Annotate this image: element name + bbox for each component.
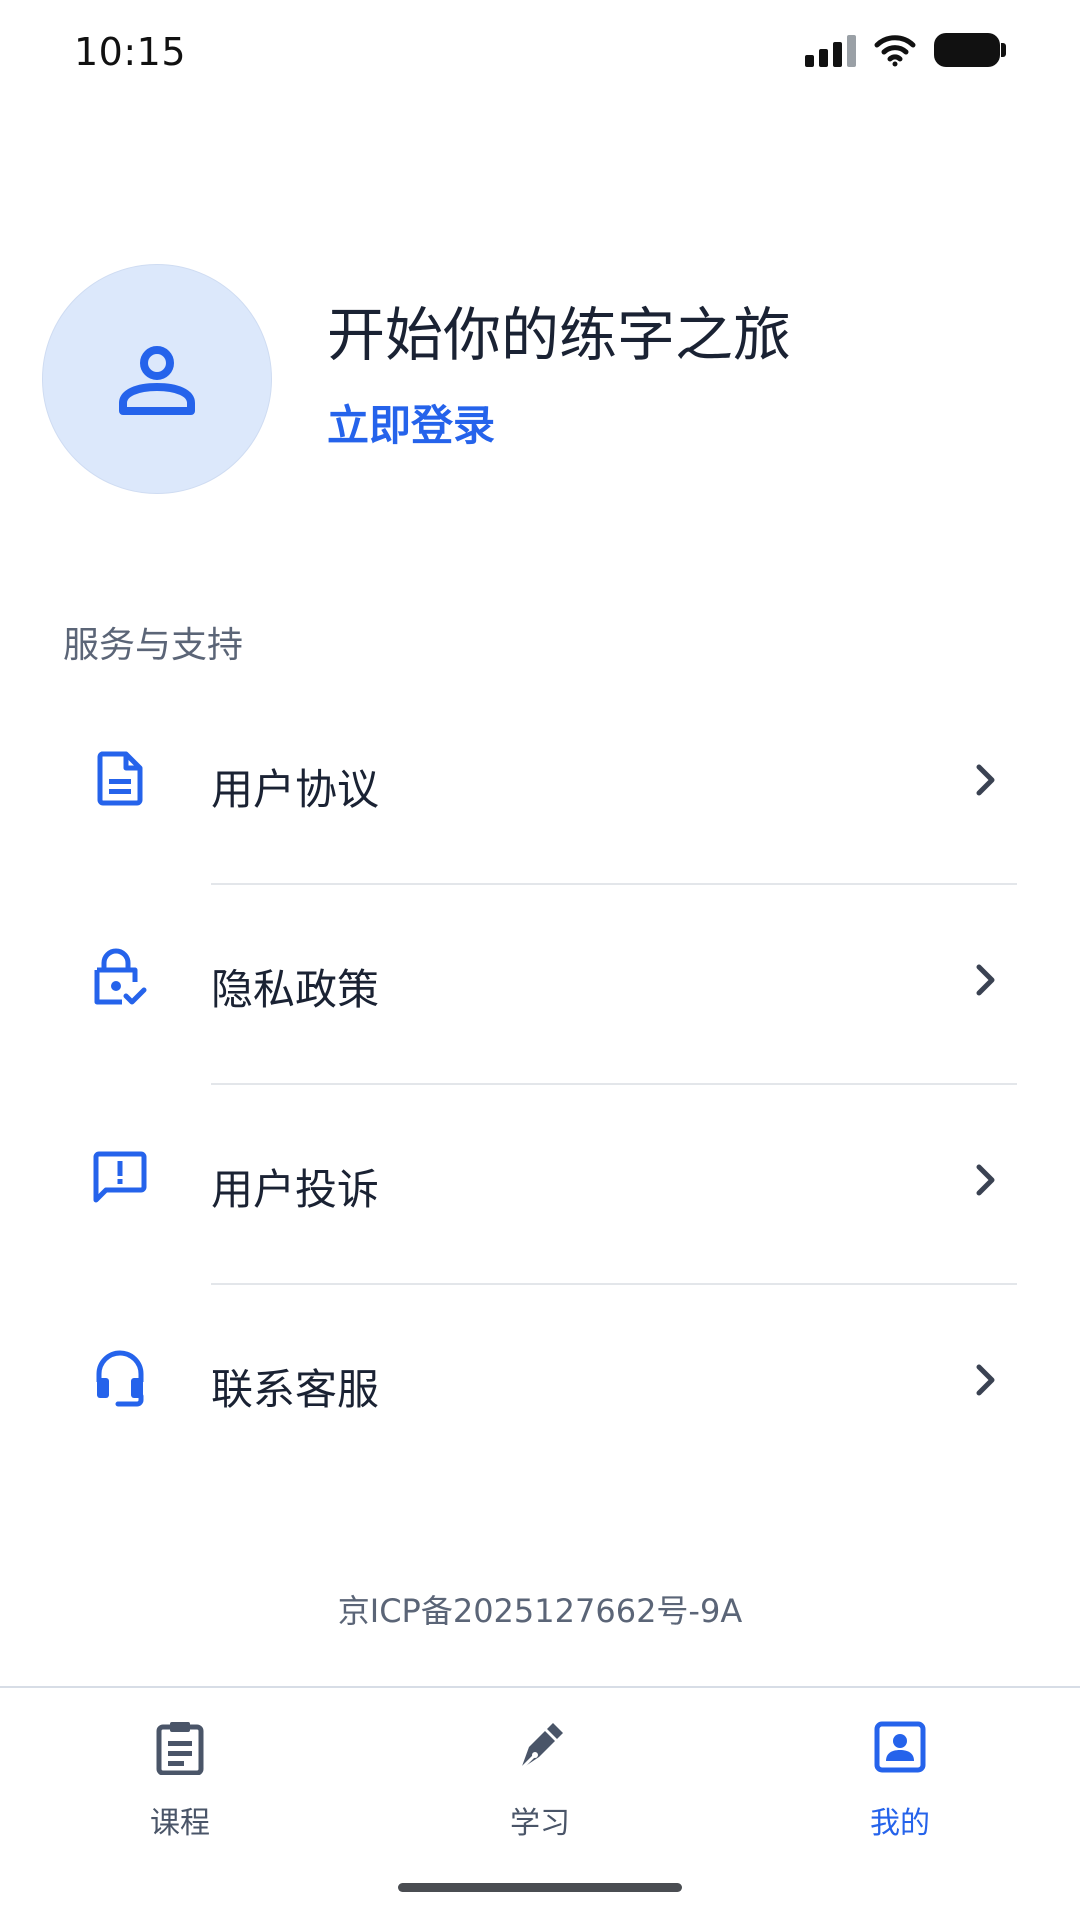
profile-card-icon <box>800 1718 1000 1776</box>
battery-icon <box>934 33 1006 67</box>
report-feedback-icon <box>92 1148 148 1208</box>
menu-item-label: 隐私政策 <box>211 965 380 1014</box>
chevron-right-icon <box>970 762 1002 798</box>
pen-nib-icon <box>440 1718 640 1776</box>
avatar[interactable] <box>42 264 272 494</box>
home-indicator[interactable] <box>398 1883 682 1892</box>
menu-item-label: 用户投诉 <box>211 1165 380 1214</box>
tab-label: 学习 <box>510 1806 570 1841</box>
menu-item-privacy-policy[interactable]: 隐私政策 <box>0 900 1080 1100</box>
menu-item-user-complaint[interactable]: 用户投诉 <box>0 1100 1080 1300</box>
status-time: 10:15 <box>74 30 187 74</box>
service-menu: 用户协议 隐私政策 用户投诉 联系客服 <box>0 700 1080 1500</box>
document-icon <box>92 748 148 808</box>
tab-label: 我的 <box>870 1806 930 1841</box>
tab-label: 课程 <box>150 1806 210 1841</box>
chevron-right-icon <box>970 1162 1002 1198</box>
headset-icon <box>92 1348 148 1408</box>
menu-item-label: 用户协议 <box>211 765 380 814</box>
chevron-right-icon <box>970 1362 1002 1398</box>
login-link[interactable]: 立即登录 <box>327 392 495 453</box>
cellular-signal-icon <box>805 33 856 67</box>
profile-title: 开始你的练字之旅 <box>327 301 792 369</box>
menu-item-user-agreement[interactable]: 用户协议 <box>0 700 1080 900</box>
status-bar: 10:15 <box>0 0 1080 110</box>
privacy-lock-icon <box>92 948 148 1008</box>
section-label: 服务与支持 <box>63 625 244 666</box>
clipboard-icon <box>80 1718 280 1776</box>
wifi-icon <box>874 35 916 67</box>
tab-course[interactable]: 课程 <box>80 1718 280 1842</box>
my-page-screen: 10:15 开始你的练字之旅 立即登录 服务与支持 用户协议 隐私政策 用户投诉… <box>0 0 1080 1920</box>
user-icon <box>119 346 195 415</box>
menu-item-label: 联系客服 <box>211 1365 380 1414</box>
divider <box>211 883 1017 885</box>
tab-mine[interactable]: 我的 <box>800 1718 1000 1842</box>
tab-study[interactable]: 学习 <box>440 1718 640 1842</box>
menu-item-contact-support[interactable]: 联系客服 <box>0 1300 1080 1500</box>
icp-license-text: 京ICP备2025127662号-9A <box>337 1592 743 1630</box>
divider <box>211 1283 1017 1285</box>
chevron-right-icon <box>970 962 1002 998</box>
status-icons <box>805 33 1006 67</box>
divider <box>211 1083 1017 1085</box>
